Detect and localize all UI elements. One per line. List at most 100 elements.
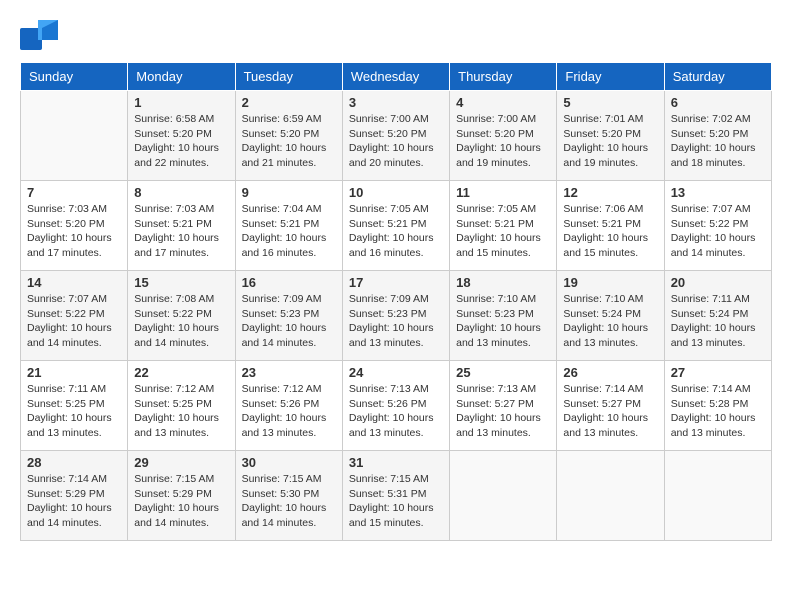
day-cell: 3 Sunrise: 7:00 AM Sunset: 5:20 PM Daylig… xyxy=(342,91,449,181)
day-cell: 19 Sunrise: 7:10 AM Sunset: 5:24 PM Dayli… xyxy=(557,271,664,361)
day-info: Sunrise: 7:05 AM Sunset: 5:21 PM Dayligh… xyxy=(456,202,550,261)
day-number: 5 xyxy=(563,95,657,110)
day-number: 16 xyxy=(242,275,336,290)
day-number: 31 xyxy=(349,455,443,470)
day-cell: 14 Sunrise: 7:07 AM Sunset: 5:22 PM Dayli… xyxy=(21,271,128,361)
day-info: Sunrise: 7:10 AM Sunset: 5:23 PM Dayligh… xyxy=(456,292,550,351)
day-number: 27 xyxy=(671,365,765,380)
day-cell: 18Sunrise: 7:10 AM Sunset: 5:23 PM Dayli… xyxy=(450,271,557,361)
day-number: 9 xyxy=(242,185,336,200)
day-cell xyxy=(664,451,771,541)
day-number: 24 xyxy=(349,365,443,380)
day-info: Sunrise: 7:07 AM Sunset: 5:22 PM Dayligh… xyxy=(27,292,121,351)
day-info: Sunrise: 6:58 AM Sunset: 5:20 PM Dayligh… xyxy=(134,112,228,171)
day-number: 2 xyxy=(242,95,336,110)
day-cell: 11 Sunrise: 7:05 AM Sunset: 5:21 PM Dayli… xyxy=(450,181,557,271)
day-cell: 7Sunrise: 7:03 AM Sunset: 5:20 PM Daylig… xyxy=(21,181,128,271)
day-number: 22 xyxy=(134,365,228,380)
day-number: 17 xyxy=(349,275,443,290)
day-cell: 4 Sunrise: 7:00 AM Sunset: 5:20 PM Daylig… xyxy=(450,91,557,181)
day-info: Sunrise: 7:10 AM Sunset: 5:24 PM Dayligh… xyxy=(563,292,657,351)
day-number: 7 xyxy=(27,185,121,200)
day-cell: 8Sunrise: 7:03 AM Sunset: 5:21 PM Daylig… xyxy=(128,181,235,271)
day-cell: 31 Sunrise: 7:15 AM Sunset: 5:31 PM Dayli… xyxy=(342,451,449,541)
day-number: 12 xyxy=(563,185,657,200)
day-number: 4 xyxy=(456,95,550,110)
day-number: 30 xyxy=(242,455,336,470)
weekday-header-wednesday: Wednesday xyxy=(342,63,449,91)
day-cell: 25 Sunrise: 7:13 AM Sunset: 5:27 PM Dayli… xyxy=(450,361,557,451)
day-cell: 20 Sunrise: 7:11 AM Sunset: 5:24 PM Dayli… xyxy=(664,271,771,361)
day-cell: 23 Sunrise: 7:12 AM Sunset: 5:26 PM Dayli… xyxy=(235,361,342,451)
day-number: 3 xyxy=(349,95,443,110)
day-number: 13 xyxy=(671,185,765,200)
day-cell: 9 Sunrise: 7:04 AM Sunset: 5:21 PM Daylig… xyxy=(235,181,342,271)
day-info: Sunrise: 7:09 AM Sunset: 5:23 PM Dayligh… xyxy=(242,292,336,351)
day-number: 20 xyxy=(671,275,765,290)
day-cell: 6 Sunrise: 7:02 AM Sunset: 5:20 PM Daylig… xyxy=(664,91,771,181)
day-info: Sunrise: 7:15 AM Sunset: 5:29 PM Dayligh… xyxy=(134,472,228,531)
day-cell xyxy=(557,451,664,541)
day-number: 26 xyxy=(563,365,657,380)
day-number: 29 xyxy=(134,455,228,470)
day-info: Sunrise: 6:59 AM Sunset: 5:20 PM Dayligh… xyxy=(242,112,336,171)
week-row-3: 14 Sunrise: 7:07 AM Sunset: 5:22 PM Dayli… xyxy=(21,271,772,361)
day-info: Sunrise: 7:14 AM Sunset: 5:29 PM Dayligh… xyxy=(27,472,121,531)
weekday-header-thursday: Thursday xyxy=(450,63,557,91)
logo-icon xyxy=(20,20,58,52)
weekday-header-tuesday: Tuesday xyxy=(235,63,342,91)
day-info: Sunrise: 7:00 AM Sunset: 5:20 PM Dayligh… xyxy=(349,112,443,171)
day-info: Sunrise: 7:00 AM Sunset: 5:20 PM Dayligh… xyxy=(456,112,550,171)
day-cell xyxy=(450,451,557,541)
logo xyxy=(20,20,62,52)
day-info: Sunrise: 7:11 AM Sunset: 5:24 PM Dayligh… xyxy=(671,292,765,351)
day-info: Sunrise: 7:08 AM Sunset: 5:22 PM Dayligh… xyxy=(134,292,228,351)
weekday-header-friday: Friday xyxy=(557,63,664,91)
day-cell: 5 Sunrise: 7:01 AM Sunset: 5:20 PM Daylig… xyxy=(557,91,664,181)
day-cell: 10Sunrise: 7:05 AM Sunset: 5:21 PM Dayli… xyxy=(342,181,449,271)
day-info: Sunrise: 7:06 AM Sunset: 5:21 PM Dayligh… xyxy=(563,202,657,261)
day-cell: 22 Sunrise: 7:12 AM Sunset: 5:25 PM Dayli… xyxy=(128,361,235,451)
weekday-header-monday: Monday xyxy=(128,63,235,91)
day-cell: 2 Sunrise: 6:59 AM Sunset: 5:20 PM Daylig… xyxy=(235,91,342,181)
day-cell: 26 Sunrise: 7:14 AM Sunset: 5:27 PM Dayli… xyxy=(557,361,664,451)
week-row-2: 7Sunrise: 7:03 AM Sunset: 5:20 PM Daylig… xyxy=(21,181,772,271)
weekday-header-row: SundayMondayTuesdayWednesdayThursdayFrid… xyxy=(21,63,772,91)
day-info: Sunrise: 7:11 AM Sunset: 5:25 PM Dayligh… xyxy=(27,382,121,441)
day-info: Sunrise: 7:03 AM Sunset: 5:21 PM Dayligh… xyxy=(134,202,228,261)
day-number: 23 xyxy=(242,365,336,380)
day-number: 28 xyxy=(27,455,121,470)
day-info: Sunrise: 7:13 AM Sunset: 5:27 PM Dayligh… xyxy=(456,382,550,441)
weekday-header-saturday: Saturday xyxy=(664,63,771,91)
day-info: Sunrise: 7:12 AM Sunset: 5:25 PM Dayligh… xyxy=(134,382,228,441)
week-row-4: 21Sunrise: 7:11 AM Sunset: 5:25 PM Dayli… xyxy=(21,361,772,451)
day-info: Sunrise: 7:15 AM Sunset: 5:31 PM Dayligh… xyxy=(349,472,443,531)
day-cell: 13Sunrise: 7:07 AM Sunset: 5:22 PM Dayli… xyxy=(664,181,771,271)
day-info: Sunrise: 7:01 AM Sunset: 5:20 PM Dayligh… xyxy=(563,112,657,171)
day-cell: 28 Sunrise: 7:14 AM Sunset: 5:29 PM Dayli… xyxy=(21,451,128,541)
day-cell: 21Sunrise: 7:11 AM Sunset: 5:25 PM Dayli… xyxy=(21,361,128,451)
day-number: 25 xyxy=(456,365,550,380)
day-cell: 12 Sunrise: 7:06 AM Sunset: 5:21 PM Dayli… xyxy=(557,181,664,271)
day-number: 1 xyxy=(134,95,228,110)
day-number: 10 xyxy=(349,185,443,200)
day-cell: 15Sunrise: 7:08 AM Sunset: 5:22 PM Dayli… xyxy=(128,271,235,361)
day-number: 19 xyxy=(563,275,657,290)
day-info: Sunrise: 7:12 AM Sunset: 5:26 PM Dayligh… xyxy=(242,382,336,441)
day-info: Sunrise: 7:14 AM Sunset: 5:27 PM Dayligh… xyxy=(563,382,657,441)
day-info: Sunrise: 7:15 AM Sunset: 5:30 PM Dayligh… xyxy=(242,472,336,531)
day-cell: 24 Sunrise: 7:13 AM Sunset: 5:26 PM Dayli… xyxy=(342,361,449,451)
day-info: Sunrise: 7:14 AM Sunset: 5:28 PM Dayligh… xyxy=(671,382,765,441)
day-info: Sunrise: 7:13 AM Sunset: 5:26 PM Dayligh… xyxy=(349,382,443,441)
day-number: 14 xyxy=(27,275,121,290)
day-cell: 30 Sunrise: 7:15 AM Sunset: 5:30 PM Dayli… xyxy=(235,451,342,541)
page-header xyxy=(20,20,772,52)
weekday-header-sunday: Sunday xyxy=(21,63,128,91)
day-number: 11 xyxy=(456,185,550,200)
day-info: Sunrise: 7:02 AM Sunset: 5:20 PM Dayligh… xyxy=(671,112,765,171)
day-cell: 17Sunrise: 7:09 AM Sunset: 5:23 PM Dayli… xyxy=(342,271,449,361)
day-info: Sunrise: 7:04 AM Sunset: 5:21 PM Dayligh… xyxy=(242,202,336,261)
day-number: 6 xyxy=(671,95,765,110)
day-cell xyxy=(21,91,128,181)
day-cell: 29 Sunrise: 7:15 AM Sunset: 5:29 PM Dayli… xyxy=(128,451,235,541)
